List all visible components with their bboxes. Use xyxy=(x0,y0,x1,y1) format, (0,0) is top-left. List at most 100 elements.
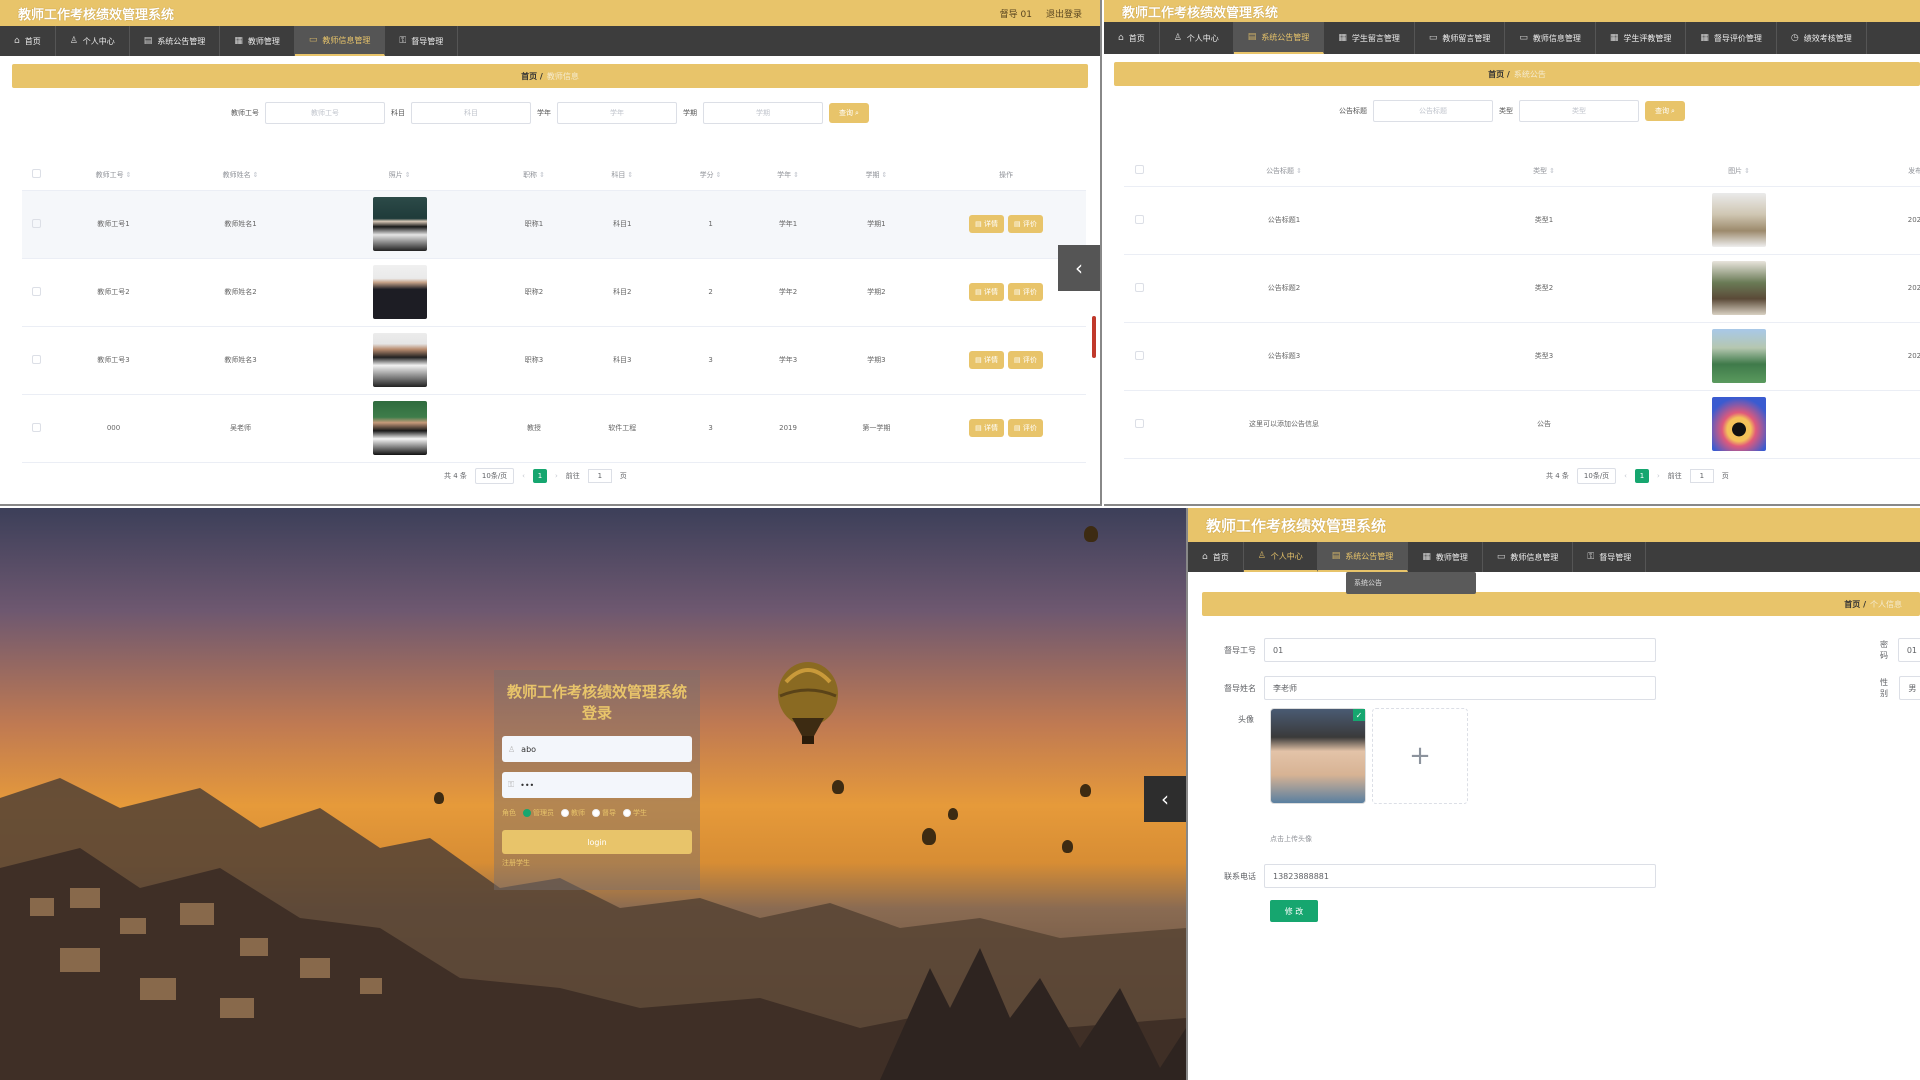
review-button[interactable]: ▤ 评价 xyxy=(1008,419,1043,437)
next-page-icon[interactable]: › xyxy=(1657,472,1660,480)
table-row[interactable]: 公告标题3 类型3 2020-11-2 xyxy=(1124,322,1920,391)
logout-link[interactable]: 退出登录 xyxy=(1046,7,1082,20)
nav-supervisor-eval[interactable]: ▦ 督导评价管理 xyxy=(1686,22,1777,54)
row-checkbox[interactable] xyxy=(31,354,41,364)
nav-notice[interactable]: ▤ 系统公告管理 xyxy=(1317,542,1409,572)
nav-teacher-info[interactable]: ▭ 教师信息管理 xyxy=(1483,542,1574,572)
table-row[interactable]: 教师工号3 教师姓名3 职称3 科目3 3 学年3 学期3 ▤ 详情 ▤ 评价 xyxy=(22,326,1086,395)
search-button[interactable]: 查询 ⌕ xyxy=(1645,101,1685,121)
page-size-select[interactable]: 10条/页 xyxy=(474,468,515,484)
search-input-year[interactable]: 学年 xyxy=(557,102,678,124)
table-row[interactable]: 这里可以添加公告信息 公告 xyxy=(1124,390,1920,459)
gender-select[interactable]: 男 xyxy=(1899,676,1920,700)
sort-icon[interactable]: ⇕ xyxy=(793,171,799,179)
row-checkbox[interactable] xyxy=(1134,418,1144,428)
search-input-type[interactable]: 类型 xyxy=(1519,100,1640,122)
sort-icon[interactable]: ⇕ xyxy=(1744,167,1750,175)
role-radio-supervisor[interactable]: 督导 xyxy=(592,808,616,818)
detail-button[interactable]: ▤ 详情 xyxy=(969,351,1004,369)
sort-icon[interactable]: ⇕ xyxy=(627,171,633,179)
sort-icon[interactable]: ⇕ xyxy=(405,171,411,179)
nav-student-msg[interactable]: ▦ 学生留言管理 xyxy=(1324,22,1415,54)
page-size-select[interactable]: 10条/页 xyxy=(1576,468,1617,484)
nav-teacher-msg[interactable]: ▭ 教师留言管理 xyxy=(1415,22,1506,54)
nav-personal[interactable]: ♙ 个人中心 xyxy=(56,26,130,56)
select-all-checkbox[interactable] xyxy=(1134,165,1144,175)
table-row[interactable]: 公告标题1 类型1 2020-11-2 xyxy=(1124,186,1920,255)
breadcrumb-home[interactable]: 首页 xyxy=(1844,599,1860,610)
breadcrumb-home[interactable]: 首页 xyxy=(1488,69,1504,80)
row-checkbox[interactable] xyxy=(31,422,41,432)
row-checkbox[interactable] xyxy=(1134,214,1144,224)
row-checkbox[interactable] xyxy=(1134,282,1144,292)
review-button[interactable]: ▤ 评价 xyxy=(1008,215,1043,233)
review-button[interactable]: ▤ 评价 xyxy=(1008,351,1043,369)
nav-teacher-info[interactable]: ▭ 教师信息管理 xyxy=(294,26,386,56)
nav-notice[interactable]: ▤ 系统公告管理 xyxy=(130,26,221,56)
register-link[interactable]: 注册学生 xyxy=(502,858,692,868)
chevron-left-icon[interactable]: ‹ xyxy=(1058,245,1100,291)
goto-page-input[interactable]: 1 xyxy=(1689,469,1714,483)
sort-icon[interactable]: ⇕ xyxy=(253,171,259,179)
row-checkbox[interactable] xyxy=(31,286,41,296)
nav-home[interactable]: ⌂ 首页 xyxy=(1188,542,1244,572)
search-button[interactable]: 查询 ⌕ xyxy=(829,103,869,123)
chevron-left-icon[interactable]: ‹ xyxy=(1144,776,1186,822)
review-button[interactable]: ▤ 评价 xyxy=(1008,283,1043,301)
search-input-teacher-id[interactable]: 教师工号 xyxy=(265,102,386,124)
prev-page-icon[interactable]: ‹ xyxy=(1624,472,1627,480)
save-button[interactable]: 修 改 xyxy=(1270,900,1318,922)
table-row[interactable]: 教师工号1 教师姓名1 职称1 科目1 1 学年1 学期1 ▤ 详情 ▤ 评价 xyxy=(22,190,1086,259)
password-field[interactable]: 01 xyxy=(1897,638,1920,662)
sort-icon[interactable]: ⇕ xyxy=(126,171,132,179)
prev-page-icon[interactable]: ‹ xyxy=(522,472,525,480)
dropdown-item-notice[interactable]: 系统公告 xyxy=(1354,579,1382,587)
nav-supervisor[interactable]: ⚿ 督导管理 xyxy=(385,26,459,56)
next-page-icon[interactable]: › xyxy=(555,472,558,480)
upload-plus-icon[interactable]: + xyxy=(1372,708,1468,804)
nav-supervisor[interactable]: ⚿ 督导管理 xyxy=(1573,542,1647,572)
table-row[interactable]: 公告标题2 类型2 2020-11-2 xyxy=(1124,254,1920,323)
detail-button[interactable]: ▤ 详情 xyxy=(969,283,1004,301)
breadcrumb-home[interactable]: 首页 xyxy=(521,71,537,82)
search-input-term[interactable]: 学期 xyxy=(703,102,824,124)
row-checkbox[interactable] xyxy=(31,218,41,228)
sort-icon[interactable]: ⇕ xyxy=(1296,167,1302,175)
nav-personal[interactable]: ♙ 个人中心 xyxy=(1243,542,1318,572)
sort-icon[interactable]: ⇕ xyxy=(539,171,545,179)
table-row[interactable]: 000 吴老师 教授 软件工程 3 2019 第一学期 ▤ 详情 ▤ 评价 xyxy=(22,394,1086,463)
name-field[interactable]: 李老师 xyxy=(1264,676,1656,700)
nav-home[interactable]: ⌂ 首页 xyxy=(0,26,56,56)
sort-icon[interactable]: ⇕ xyxy=(716,171,722,179)
id-field[interactable]: 01 xyxy=(1264,638,1656,662)
select-all-checkbox[interactable] xyxy=(31,169,41,179)
nav-teacher[interactable]: ▦ 教师管理 xyxy=(220,26,295,56)
detail-button[interactable]: ▤ 详情 xyxy=(969,419,1004,437)
role-radio-admin[interactable]: 管理员 xyxy=(523,808,554,818)
search-input-subject[interactable]: 科目 xyxy=(411,102,532,124)
sort-icon[interactable]: ⇕ xyxy=(881,171,887,179)
nav-personal[interactable]: ♙ 个人中心 xyxy=(1160,22,1234,54)
table-row[interactable]: 教师工号2 教师姓名2 职称2 科目2 2 学年2 学期2 ▤ 详情 ▤ 评价 xyxy=(22,258,1086,327)
nav-teacher-info[interactable]: ▭ 教师信息管理 xyxy=(1505,22,1596,54)
sort-icon[interactable]: ⇕ xyxy=(1549,167,1555,175)
goto-page-input[interactable]: 1 xyxy=(587,469,612,483)
col-header: 教师工号 xyxy=(95,170,124,179)
detail-button[interactable]: ▤ 详情 xyxy=(969,215,1004,233)
role-radio-teacher[interactable]: 教师 xyxy=(561,808,585,818)
phone-field[interactable]: 13823888881 xyxy=(1264,864,1656,888)
password-field[interactable]: ⚿ ••• xyxy=(502,772,692,798)
login-button[interactable]: login xyxy=(502,830,692,854)
page-number[interactable]: 1 xyxy=(1634,469,1649,483)
nav-student-eval[interactable]: ▦ 学生评教管理 xyxy=(1596,22,1687,54)
row-checkbox[interactable] xyxy=(1134,350,1144,360)
nav-performance[interactable]: ◷ 绩效考核管理 xyxy=(1777,22,1867,54)
username-field[interactable]: ♙ abo xyxy=(502,736,692,762)
nav-home[interactable]: ⌂ 首页 xyxy=(1104,22,1160,54)
search-input-notice-title[interactable]: 公告标题 xyxy=(1373,100,1494,122)
page-number[interactable]: 1 xyxy=(532,469,547,483)
nav-teacher[interactable]: ▦ 教师管理 xyxy=(1408,542,1483,572)
nav-notice[interactable]: ▤ 系统公告管理 xyxy=(1233,22,1325,54)
role-radio-student[interactable]: 学生 xyxy=(623,808,647,818)
scroll-indicator[interactable] xyxy=(1092,316,1096,358)
